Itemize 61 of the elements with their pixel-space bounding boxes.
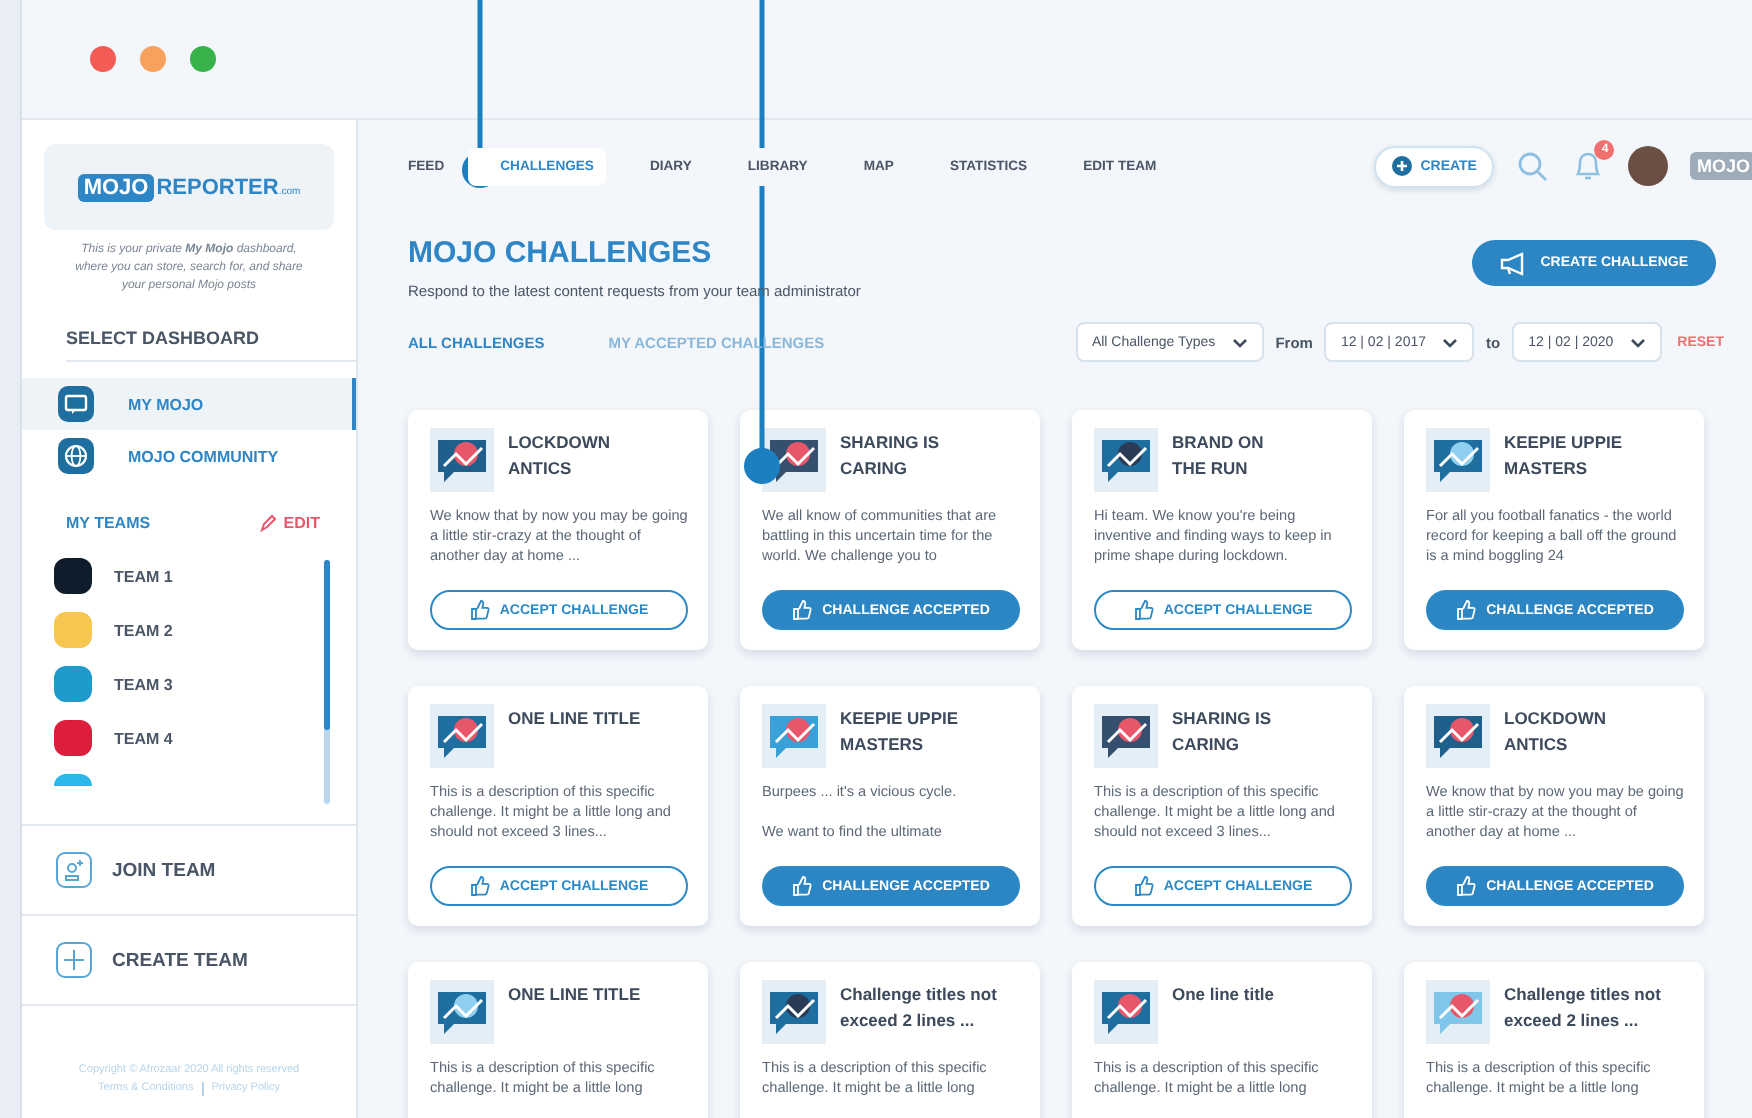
chevron-down-icon (1231, 337, 1248, 347)
thumbs-up-icon (1133, 600, 1154, 620)
thumbs-up-icon (1456, 876, 1477, 896)
speech-bubble-illustration-icon (1094, 704, 1158, 768)
speech-bubble-illustration-icon (1094, 980, 1158, 1044)
team-name[interactable]: TEAM 3 (114, 675, 173, 693)
page-title: MOJO CHALLENGES (408, 236, 714, 270)
close-window-control[interactable] (90, 46, 116, 72)
team-name[interactable]: TEAM 2 (114, 621, 173, 639)
speech-bubble-illustration-icon (762, 980, 826, 1044)
speech-bubble-illustration-icon (430, 428, 494, 492)
person-add-icon (56, 852, 92, 888)
scrollbar-thumb[interactable] (324, 560, 330, 730)
card-title: Challenge titles not exceed 2 lines ... (1504, 982, 1661, 1034)
card-title: KEEPIE UPPIE MASTERS (1504, 430, 1623, 482)
speech-bubble-illustration-icon (430, 980, 494, 1044)
thumbs-up-icon (469, 876, 490, 896)
chevron-down-icon (1629, 337, 1646, 347)
chevron-down-icon (1442, 337, 1458, 347)
speech-bubble-illustration-icon (1426, 704, 1490, 768)
teams-heading: MY TEAMS (66, 514, 151, 532)
card-title: Challenge titles not exceed 2 lines ... (840, 982, 997, 1034)
brand-logo: MOJO (1690, 152, 1752, 180)
search-icon (1516, 150, 1549, 182)
thumbs-up-icon (1456, 600, 1477, 620)
speech-bubble-illustration-icon (1426, 980, 1490, 1044)
card-title: SHARING IS CARING (840, 430, 940, 482)
dashboard-item[interactable]: MOJO COMMUNITY (22, 430, 356, 482)
speech-bubble-illustration-icon (762, 704, 826, 768)
scrollbar[interactable] (324, 560, 330, 804)
section-title: SELECT DASHBOARD (66, 328, 356, 362)
create-team-button[interactable]: CREATE TEAM (22, 916, 356, 1006)
thumbs-up-icon (792, 876, 813, 896)
speech-bubble-illustration-icon (1094, 428, 1158, 492)
minimize-window-control[interactable] (140, 46, 166, 72)
chat-icon (58, 386, 94, 422)
plus-icon (56, 942, 92, 978)
dashboard-item[interactable]: MY MOJO (22, 378, 356, 430)
card-title: ONE LINE TITLE (508, 706, 641, 732)
card-title: LOCKDOWN ANTICS (1504, 706, 1606, 758)
card-title: KEEPIE UPPIE MASTERS (840, 706, 959, 758)
card-title: One line title (1172, 982, 1275, 1008)
globe-icon (58, 438, 94, 474)
pencil-icon (259, 514, 276, 532)
megaphone-icon (1500, 251, 1529, 275)
card-title: BRAND ON THE RUN (1172, 430, 1264, 482)
team-name[interactable]: TEAM 4 (114, 729, 173, 747)
card-title: SHARING IS CARING (1172, 706, 1272, 758)
card-title: ONE LINE TITLE (508, 982, 641, 1008)
speech-bubble-illustration-icon (430, 704, 494, 768)
team-name[interactable]: TEAM 1 (114, 567, 173, 585)
thumbs-up-icon (792, 600, 813, 620)
speech-bubble-illustration-icon (1426, 428, 1490, 492)
avatar[interactable] (1628, 146, 1669, 186)
plus-icon (1392, 156, 1413, 176)
edit-link[interactable]: EDIT (259, 514, 320, 532)
thumbs-up-icon (1133, 876, 1154, 896)
join-team-button[interactable]: JOIN TEAM (22, 826, 356, 916)
zoom-window-control[interactable] (190, 46, 216, 72)
thumbs-up-icon (469, 600, 490, 620)
card-title: LOCKDOWN ANTICS (508, 430, 610, 482)
